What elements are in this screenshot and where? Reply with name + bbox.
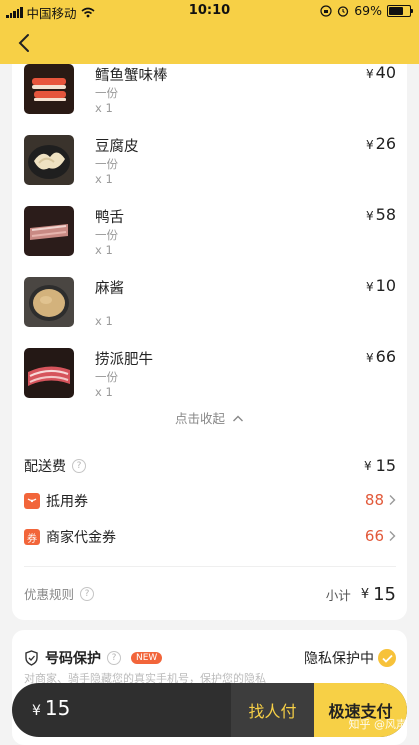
voucher-icon: 券: [24, 529, 40, 545]
item-spec: 一份: [95, 86, 118, 100]
summary-row: 优惠规则 ? 小计 ¥ 15: [24, 584, 396, 606]
back-button[interactable]: [12, 30, 36, 56]
discount-rules-label: 优惠规则: [24, 587, 75, 602]
delivery-fee-label: 配送费: [24, 459, 66, 475]
currency-symbol: ¥: [32, 703, 41, 719]
privacy-toggle[interactable]: 隐私保护中: [304, 648, 396, 668]
red-packet-icon: [24, 493, 40, 509]
coupon-row[interactable]: 抵用券 88: [24, 491, 396, 513]
delivery-fee-value: 15: [375, 456, 396, 475]
help-icon: ?: [80, 586, 95, 601]
merchant-voucher-row[interactable]: 券 商家代金券 66: [24, 527, 396, 549]
coupon-label-group: 抵用券: [24, 491, 88, 511]
crab-stick-photo: [24, 64, 74, 114]
divider: [24, 566, 396, 567]
item-name: 鸭舌: [95, 210, 124, 226]
coupon-value-group: 88: [365, 491, 396, 509]
item-quantity: x 1: [95, 385, 113, 399]
item-spec: 一份: [95, 228, 118, 242]
order-item: 鳕鱼蟹味棒 一份 x 1 ¥40: [24, 63, 396, 120]
subtotal-group: 小计 ¥ 15: [326, 584, 396, 605]
find-someone-to-pay-button[interactable]: 找人付: [231, 683, 314, 737]
rotation-lock-icon: [320, 4, 332, 17]
payment-total: ¥15: [32, 696, 70, 720]
merchant-voucher-label: 商家代金券: [46, 530, 116, 546]
battery-percent: 69%: [354, 3, 382, 18]
discount-rules-link[interactable]: 优惠规则 ?: [24, 584, 95, 603]
status-bar: 中国移动 10:10 69%: [0, 0, 419, 22]
item-quantity: x 1: [95, 101, 113, 115]
currency-symbol: ¥: [360, 587, 370, 602]
payment-total-value: 15: [44, 696, 71, 720]
duck-tongue-photo: [24, 206, 74, 256]
item-price: ¥66: [366, 347, 396, 366]
item-price-value: 40: [375, 63, 396, 82]
item-price-value: 66: [375, 347, 396, 366]
order-item: 捞派肥牛 一份 x 1 ¥66: [24, 347, 396, 404]
item-quantity: x 1: [95, 172, 113, 186]
alarm-icon: [338, 5, 349, 17]
item-price: ¥58: [366, 205, 396, 224]
coupon-value: 88: [364, 491, 384, 509]
coupon-label: 抵用券: [46, 494, 88, 510]
currency-symbol: ¥: [366, 280, 374, 294]
item-price: ¥26: [366, 134, 396, 153]
delivery-fee-label-group: 配送费 ?: [24, 456, 86, 476]
collapse-label: 点击收起: [175, 411, 226, 426]
currency-symbol: ¥: [364, 458, 372, 473]
order-item: 豆腐皮 一份 x 1 ¥26: [24, 134, 396, 191]
top-header: 中国移动 10:10 69%: [0, 0, 419, 64]
order-item: 鸭舌 一份 x 1 ¥58: [24, 205, 396, 262]
item-name: 鳕鱼蟹味棒: [95, 68, 168, 84]
merchant-voucher-value-group: 66: [365, 527, 396, 545]
delivery-fee-value-group: ¥ 15: [364, 456, 396, 475]
status-right: 69%: [320, 3, 413, 18]
collapse-items-button[interactable]: 点击收起: [12, 408, 407, 427]
battery-icon: [387, 4, 413, 17]
currency-symbol: ¥: [366, 351, 374, 365]
item-price-value: 10: [375, 276, 396, 295]
chevron-right-icon: [389, 495, 396, 505]
checkmark-icon: [378, 649, 396, 667]
item-name: 捞派肥牛: [95, 352, 153, 368]
item-price: ¥40: [366, 63, 396, 82]
item-spec: 一份: [95, 370, 118, 384]
currency-symbol: ¥: [366, 67, 374, 81]
number-protection-title: 号码保护: [45, 651, 101, 667]
merchant-voucher-label-group: 券 商家代金券: [24, 527, 116, 547]
number-protection-label-group: 号码保护 ? NEW: [24, 648, 163, 668]
chevron-left-icon: [18, 34, 29, 52]
shield-icon: [25, 650, 38, 666]
subtotal-value: 15: [373, 584, 396, 605]
order-item: 麻酱 x 1 ¥10: [24, 276, 396, 333]
watermark: 知乎 @风声: [348, 718, 408, 731]
merchant-voucher-value: 66: [364, 527, 384, 545]
help-icon[interactable]: ?: [107, 651, 121, 665]
chevron-up-icon: [233, 415, 243, 422]
currency-symbol: ¥: [366, 209, 374, 223]
beef-slices-photo: [24, 348, 74, 398]
item-spec: 一份: [95, 157, 118, 171]
item-quantity: x 1: [95, 314, 113, 328]
item-quantity: x 1: [95, 243, 113, 257]
delivery-fee-row: 配送费 ? ¥ 15: [24, 456, 396, 478]
sesame-sauce-photo: [24, 277, 74, 327]
subtotal-label: 小计: [325, 588, 351, 603]
item-price-value: 58: [375, 205, 396, 224]
help-icon[interactable]: ?: [72, 459, 86, 473]
new-badge: NEW: [131, 652, 163, 664]
currency-symbol: ¥: [366, 138, 374, 152]
item-price-value: 26: [375, 134, 396, 153]
item-name: 麻酱: [95, 281, 124, 297]
order-items-card: 鳕鱼蟹味棒 一份 x 1 ¥40 豆腐皮 一份 x 1 ¥26 鸭舌 一份 x …: [12, 63, 407, 620]
item-name: 豆腐皮: [95, 139, 139, 155]
privacy-status: 隐私保护中: [304, 651, 374, 667]
tofu-skin-photo: [24, 135, 74, 185]
number-protection-row: 号码保护 ? NEW 隐私保护中: [24, 648, 396, 670]
item-price: ¥10: [366, 276, 396, 295]
chevron-right-icon: [389, 531, 396, 541]
